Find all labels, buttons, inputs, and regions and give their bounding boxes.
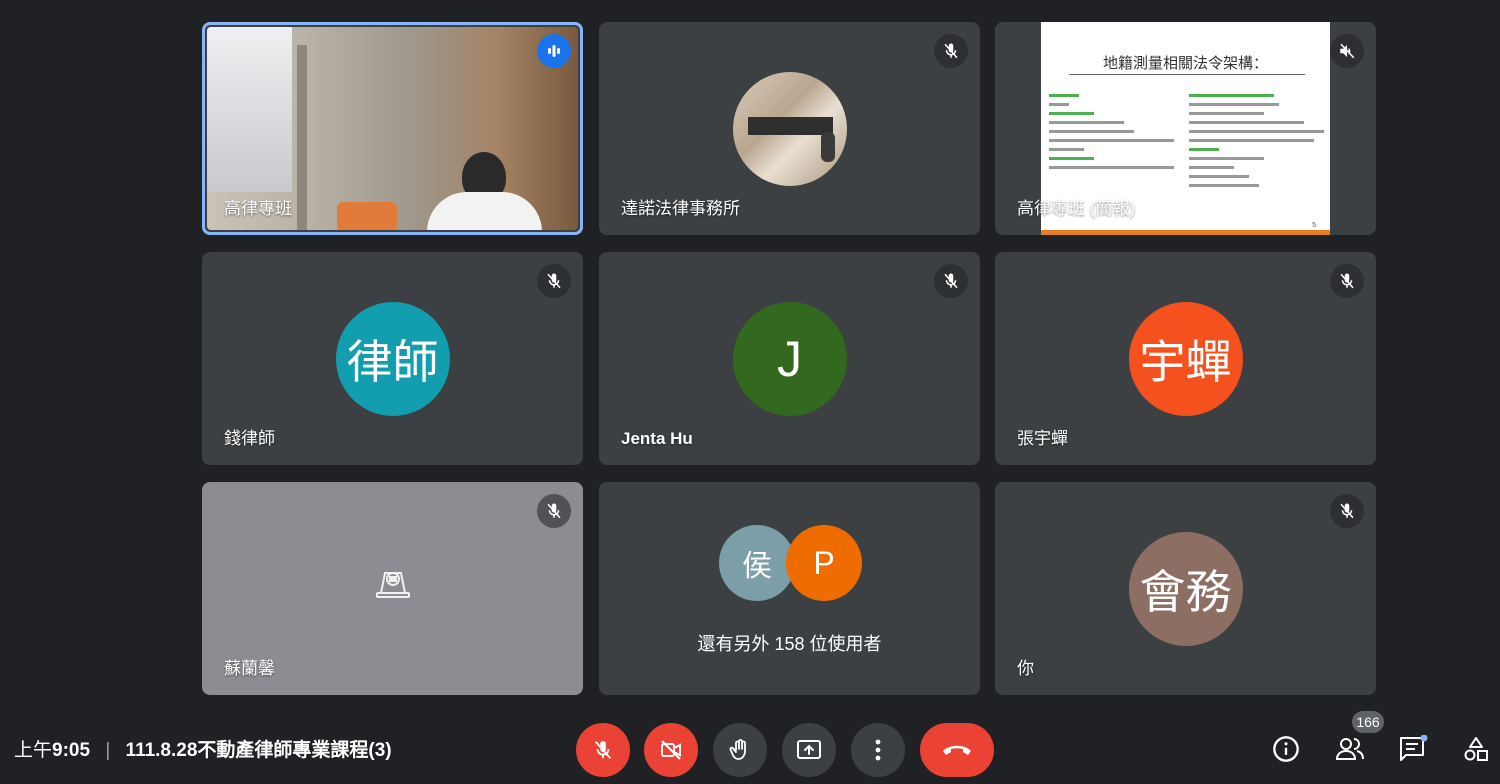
figure — [820, 131, 835, 162]
meeting-time: 9:05 — [52, 740, 91, 761]
slide-left-text — [1049, 90, 1179, 175]
slide-title-rule — [1069, 74, 1305, 75]
meeting-info: 上午9:05 | 111.8.28不動產律師專業課程(3) — [14, 735, 392, 762]
meeting-title: 111.8.28不動產律師專業課程(3) — [125, 740, 392, 761]
others-avatar-1: 侯 — [719, 525, 795, 601]
participant-name: 高律專班 — [224, 199, 292, 218]
self-tile[interactable]: 會務 你 — [995, 482, 1376, 695]
time-prefix: 上午 — [14, 740, 53, 761]
avatar: J — [732, 301, 847, 416]
mic-toggle-button[interactable] — [576, 723, 630, 777]
profile-photo — [732, 71, 847, 186]
participant-tile-zhang[interactable]: 宇蟬 張宇蟬 — [995, 252, 1376, 465]
participant-name: 你 — [1017, 659, 1034, 678]
people-button[interactable] — [1330, 729, 1370, 769]
mic-off-icon — [547, 273, 561, 289]
mic-off-icon — [594, 740, 612, 759]
meeting-details-button[interactable] — [1266, 729, 1306, 769]
mic-off-icon — [1340, 273, 1354, 289]
participant-name: 錢律師 — [224, 429, 275, 448]
participant-name: 張宇蟬 — [1017, 429, 1068, 448]
leave-call-button[interactable] — [920, 723, 994, 777]
microphone-active-icon — [548, 45, 560, 57]
camera-off-icon — [375, 571, 410, 598]
chat-button[interactable] — [1393, 729, 1433, 769]
mute-indicator — [1330, 34, 1364, 68]
volume-off-icon — [1340, 43, 1355, 59]
participant-tile-jenta[interactable]: J Jenta Hu — [599, 252, 980, 465]
participants-count-badge: 166 — [1352, 711, 1384, 733]
activities-icon — [1464, 737, 1488, 761]
avatar: 律師 — [335, 301, 450, 416]
mute-indicator — [537, 264, 571, 298]
present-screen-icon — [797, 740, 821, 759]
mic-off-icon — [1340, 503, 1354, 519]
participant-name: 達諾法律事務所 — [621, 199, 740, 218]
mic-off-icon — [547, 503, 561, 519]
slide-title: 地籍測量相關法令架構： — [1102, 55, 1268, 72]
speaking-indicator — [537, 34, 571, 68]
raise-hand-icon — [729, 739, 746, 760]
mute-indicator — [537, 494, 571, 528]
slide-right-text — [1189, 90, 1324, 193]
camera-off-placeholder — [371, 559, 415, 603]
slide-page-number: 5 — [1312, 222, 1316, 229]
people-icon — [1335, 738, 1364, 760]
present-screen-button[interactable] — [782, 723, 836, 777]
hang-up-icon — [943, 745, 971, 755]
mute-indicator — [934, 34, 968, 68]
projector-screen — [207, 27, 292, 192]
wall-line — [297, 45, 307, 230]
mute-indicator — [1330, 264, 1364, 298]
mute-indicator — [1330, 494, 1364, 528]
others-avatar-2: P — [786, 525, 862, 601]
more-options-button[interactable] — [851, 723, 905, 777]
video-off-icon — [661, 740, 681, 760]
orange-chair — [337, 202, 397, 230]
slide-footer-bar — [1041, 230, 1330, 235]
mute-indicator — [934, 264, 968, 298]
participant-tile-presentation[interactable]: 地籍測量相關法令架構： 5 高律專班 (簡報) — [995, 22, 1376, 235]
mic-off-icon — [944, 273, 958, 289]
participant-tile-gaolu[interactable]: 高律專班 — [202, 22, 583, 235]
camera-toggle-button[interactable] — [644, 723, 698, 777]
others-tile[interactable]: 侯 P 還有另外 158 位使用者 — [599, 482, 980, 695]
avatar: 會務 — [1128, 531, 1243, 646]
chat-icon — [1400, 735, 1428, 761]
raise-hand-button[interactable] — [713, 723, 767, 777]
person-body — [427, 192, 542, 230]
participant-name: 高律專班 (簡報) — [1017, 199, 1136, 218]
more-options-icon — [875, 739, 881, 761]
participant-name: Jenta Hu — [621, 429, 693, 448]
avatar: 宇蟬 — [1128, 301, 1243, 416]
mic-off-icon — [944, 43, 958, 59]
sign-board — [747, 116, 833, 135]
activities-button[interactable] — [1456, 729, 1496, 769]
others-count-label: 還有另外 158 位使用者 — [697, 634, 882, 654]
info-icon — [1273, 736, 1299, 762]
participant-tile-dano[interactable]: 達諾法律事務所 — [599, 22, 980, 235]
participant-name: 蘇蘭馨 — [224, 659, 275, 678]
participant-tile-su[interactable]: 蘇蘭馨 — [202, 482, 583, 695]
separator: | — [105, 740, 111, 761]
participant-tile-qian[interactable]: 律師 錢律師 — [202, 252, 583, 465]
